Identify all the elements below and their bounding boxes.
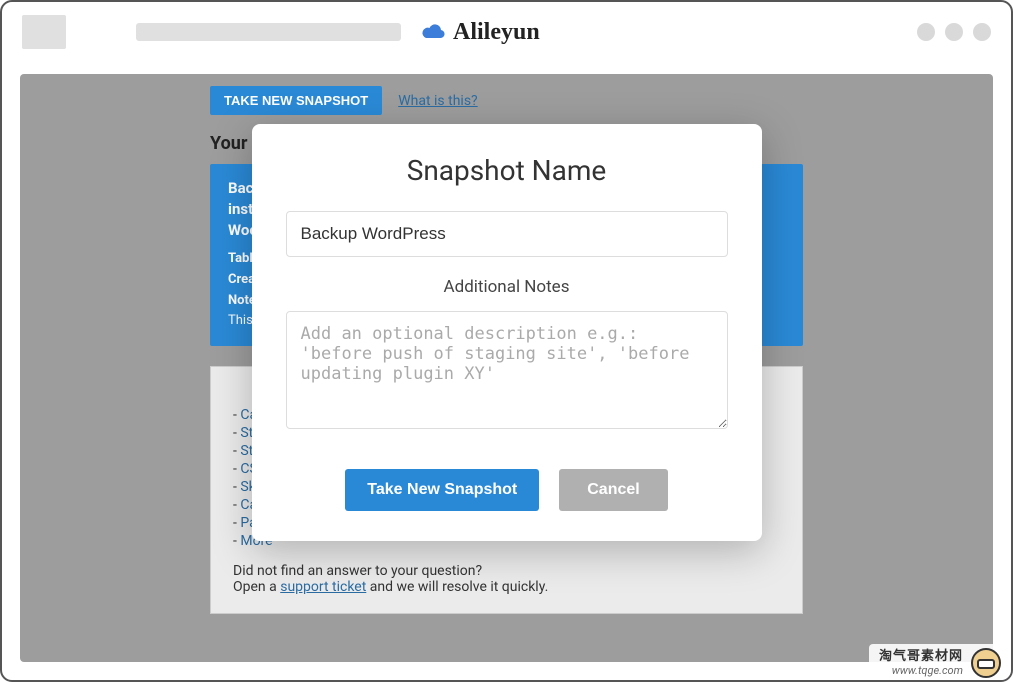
- window-dot[interactable]: [945, 23, 963, 41]
- brand-text: Alileyun: [453, 19, 540, 46]
- snapshot-notes-textarea[interactable]: [286, 311, 728, 429]
- modal-actions: Take New Snapshot Cancel: [286, 469, 728, 511]
- cloud-icon: [421, 22, 447, 42]
- modal-title: Snapshot Name: [286, 154, 728, 187]
- modal-cancel-button[interactable]: Cancel: [559, 469, 667, 511]
- watermark-url: www.tqge.com: [879, 664, 963, 677]
- modal-notes-label: Additional Notes: [286, 277, 728, 297]
- brand: Alileyun: [421, 19, 540, 46]
- watermark: 淘气哥素材网 www.tqge.com: [869, 644, 1011, 680]
- window-dot[interactable]: [973, 23, 991, 41]
- snapshot-name-input[interactable]: [286, 211, 728, 257]
- titlebar: Alileyun: [2, 2, 1011, 62]
- snapshot-modal: Snapshot Name Additional Notes Take New …: [252, 124, 762, 541]
- window-controls: [917, 23, 991, 41]
- addressbar-placeholder: [136, 23, 401, 41]
- modal-submit-button[interactable]: Take New Snapshot: [345, 469, 539, 511]
- tab-placeholder: [22, 15, 66, 49]
- page-content: TAKE NEW SNAPSHOT What is this? Your Sna…: [20, 74, 993, 662]
- watermark-text: 淘气哥素材网: [879, 649, 963, 665]
- browser-frame: Alileyun TAKE NEW SNAPSHOT What is this?…: [0, 0, 1013, 682]
- modal-backdrop: Snapshot Name Additional Notes Take New …: [20, 74, 993, 662]
- mascot-icon: [971, 648, 1001, 678]
- window-dot[interactable]: [917, 23, 935, 41]
